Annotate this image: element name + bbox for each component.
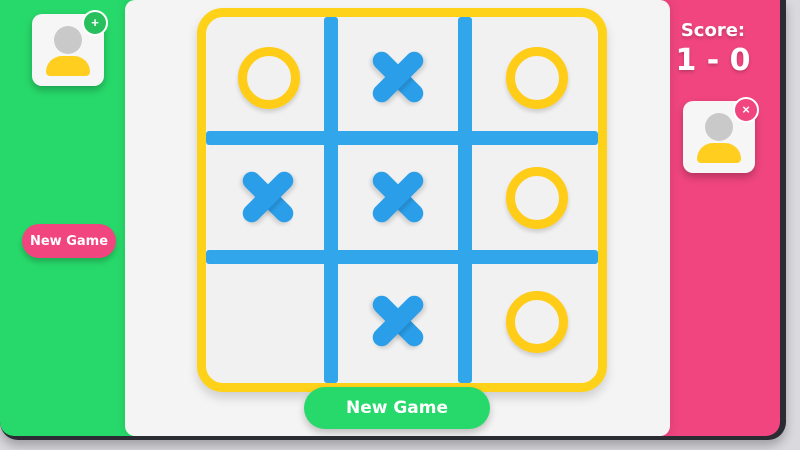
board-cell-r2-c2[interactable] (348, 147, 448, 247)
player1-avatar[interactable]: + (32, 10, 108, 86)
score-value: 1 - 0 (675, 43, 751, 78)
board-cell-r3-c1[interactable] (218, 271, 318, 371)
grid-line (206, 250, 598, 264)
grid-line (324, 17, 338, 383)
score-display: Score: 1 - 0 (668, 20, 758, 78)
avatar-head-icon (54, 26, 82, 54)
o-mark-icon (238, 47, 300, 109)
board-cell-r2-c1[interactable] (218, 147, 318, 247)
o-mark-icon (506, 167, 568, 229)
player2-avatar[interactable]: × (683, 97, 759, 173)
game-screen: + Score: 1 - 0 × New Game New Game (0, 0, 780, 436)
score-label: Score: (680, 20, 746, 41)
board-cell-r2-c3[interactable] (486, 147, 586, 247)
x-mark-icon (358, 37, 438, 117)
board-cell-r3-c2[interactable] (348, 271, 448, 371)
avatar-body-icon (46, 56, 90, 76)
side-new-game-button[interactable]: New Game (22, 224, 116, 258)
grid-line (206, 131, 598, 145)
board-cell-r3-c3[interactable] (486, 271, 586, 371)
new-game-button[interactable]: New Game (304, 387, 490, 429)
o-mark-icon (506, 291, 568, 353)
x-mark-icon (228, 157, 308, 237)
tic-tac-toe-board (197, 8, 607, 392)
avatar-head-icon (705, 113, 733, 141)
remove-player-icon[interactable]: × (733, 97, 759, 123)
board-cell-r1-c1[interactable] (218, 27, 318, 127)
device-frame: + Score: 1 - 0 × New Game New Game (0, 0, 786, 440)
grid-line (458, 17, 472, 383)
x-mark-icon (358, 281, 438, 361)
avatar-body-icon (697, 143, 741, 163)
board-cell-r1-c2[interactable] (348, 27, 448, 127)
add-player-icon[interactable]: + (82, 10, 108, 36)
board-cell-r1-c3[interactable] (486, 27, 586, 127)
o-mark-icon (506, 47, 568, 109)
x-mark-icon (358, 157, 438, 237)
